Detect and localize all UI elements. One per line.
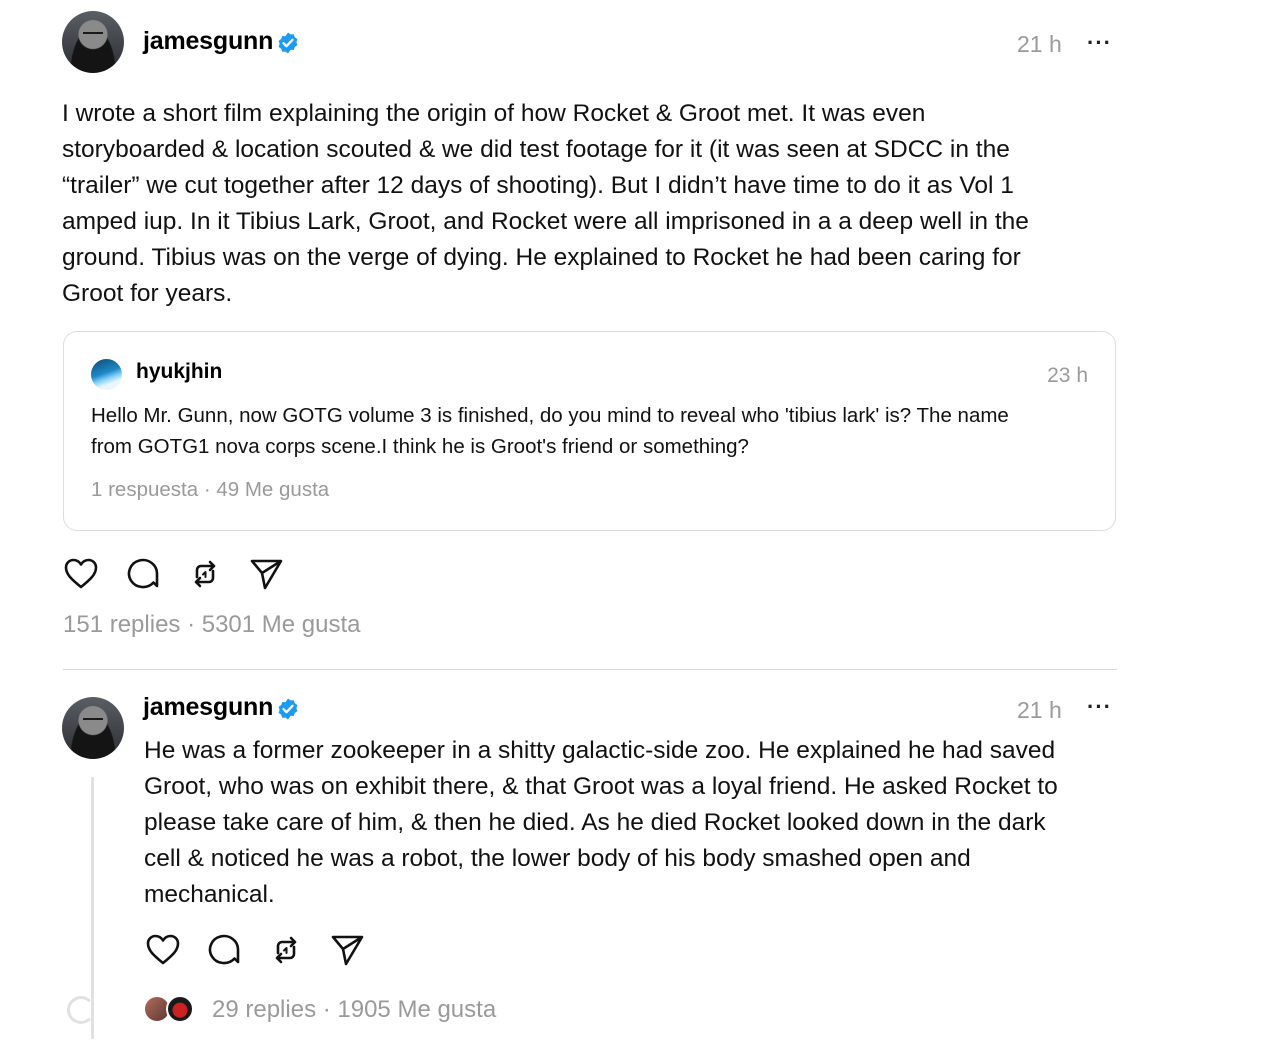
more-options-icon[interactable]: ···	[1087, 30, 1112, 56]
verified-badge-icon	[278, 698, 298, 720]
post-text: I wrote a short film explaining the orig…	[62, 100, 1029, 307]
post-actions	[63, 556, 303, 592]
reply-author-username[interactable]: jamesgunn	[143, 693, 273, 722]
reply-text: He was a former zookeeper in a shitty ga…	[144, 737, 1058, 908]
quoted-author-username[interactable]: hyukjhin	[136, 360, 222, 384]
thread-connector	[67, 996, 95, 1024]
quoted-author-avatar[interactable]	[91, 359, 122, 390]
post-stats[interactable]: 151 replies · 5301 Me gusta	[63, 611, 361, 639]
post-time: 21 h	[1017, 31, 1062, 57]
send-icon[interactable]	[248, 556, 284, 592]
repost-icon[interactable]	[187, 556, 223, 592]
quoted-post-time: 23 h	[1047, 364, 1088, 387]
reply-author-avatar[interactable]	[62, 697, 124, 759]
author-avatar[interactable]	[62, 11, 124, 73]
heart-icon[interactable]	[145, 932, 181, 968]
quoted-post[interactable]: hyukjhin 23 h Hello Mr. Gunn, now GOTG v…	[63, 331, 1116, 531]
send-icon[interactable]	[329, 932, 365, 968]
heart-icon[interactable]	[63, 556, 99, 592]
reply-time: 21 h	[1017, 697, 1062, 723]
quoted-post-stats[interactable]: 1 respuesta · 49 Me gusta	[91, 478, 329, 502]
verified-badge-icon	[278, 32, 298, 54]
divider	[63, 669, 1117, 670]
replier-avatar[interactable]	[166, 995, 194, 1023]
reply-stats[interactable]: 29 replies · 1905 Me gusta	[212, 996, 496, 1024]
quoted-post-text: Hello Mr. Gunn, now GOTG volume 3 is fin…	[91, 404, 1009, 458]
reply-actions	[145, 932, 385, 968]
comment-icon[interactable]	[126, 556, 162, 592]
author-username[interactable]: jamesgunn	[143, 27, 273, 56]
comment-icon[interactable]	[207, 932, 243, 968]
repost-icon[interactable]	[268, 932, 304, 968]
more-options-icon[interactable]: ···	[1087, 694, 1112, 720]
